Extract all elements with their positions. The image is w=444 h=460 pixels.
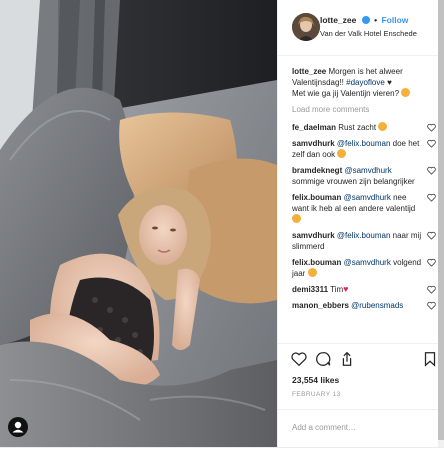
comment-username[interactable]: bramdeknegt xyxy=(292,166,342,175)
comment-item: samvdhurk @felix.bouman naar mij slimmer… xyxy=(292,230,438,252)
author-username[interactable]: lotte_zee xyxy=(320,15,356,25)
photo-illustration xyxy=(0,0,277,447)
profile-avatar[interactable] xyxy=(292,13,320,41)
follow-button[interactable]: Follow xyxy=(381,15,408,25)
comment-username[interactable]: samvdhurk xyxy=(292,231,335,240)
comment-like-heart-icon[interactable] xyxy=(427,123,436,132)
instagram-post: lotte_zee • Follow Van der Valk Hotel En… xyxy=(0,0,444,460)
likes-count[interactable]: 23,554 likes xyxy=(292,375,339,385)
bookmark-icon[interactable] xyxy=(421,350,439,368)
comment-like-heart-icon[interactable] xyxy=(427,258,436,267)
comment-item: demi3311 Tim♥ xyxy=(292,284,438,295)
caption-username[interactable]: lotte_zee xyxy=(292,67,326,76)
comment-item: felix.bouman @samvdhurk nee want ik heb … xyxy=(292,192,438,225)
laugh-icon xyxy=(378,122,388,131)
post-details-panel: lotte_zee • Follow Van der Valk Hotel En… xyxy=(277,0,444,447)
comment-username[interactable]: manon_ebbers xyxy=(292,301,349,310)
add-comment-section xyxy=(278,409,444,447)
red-heart-icon: ♥ xyxy=(343,284,349,294)
caption-heart: ♥ xyxy=(387,78,392,87)
comment-item: bramdeknegt @samvdhurk sommige vrouwen z… xyxy=(292,165,438,187)
separator-dot: • xyxy=(374,15,378,25)
laugh-icon xyxy=(337,149,347,158)
caption-text-end: Met wie ga jij Valentijn vieren? xyxy=(292,89,400,98)
post-actions-bar xyxy=(278,343,444,373)
load-more-comments-button[interactable]: Load more comments xyxy=(292,105,438,114)
comment-input[interactable] xyxy=(292,420,432,434)
comment-mention[interactable]: @samvdhurk xyxy=(344,258,391,267)
comment-username[interactable]: fe_daelman xyxy=(292,123,336,132)
post-photo[interactable] xyxy=(0,0,277,447)
comment-like-heart-icon[interactable] xyxy=(427,166,436,175)
verified-badge-icon xyxy=(361,16,370,24)
comment-like-heart-icon[interactable] xyxy=(427,301,436,310)
comment-like-heart-icon[interactable] xyxy=(427,193,436,202)
author-line: lotte_zee • Follow xyxy=(320,15,408,25)
comment-text: Tim xyxy=(330,285,344,294)
comment-item: felix.bouman @samvdhurk volgend jaar xyxy=(292,257,438,279)
comment-mention[interactable]: @felix.bouman xyxy=(337,231,390,240)
heart-outline-icon[interactable] xyxy=(290,350,308,368)
comment-item: fe_daelman Rust zacht xyxy=(292,122,438,133)
smiley-icon xyxy=(401,88,411,97)
comment-item: samvdhurk @felix.bouman doe het zelf dan… xyxy=(292,138,438,160)
comment-mention[interactable]: @samvdhurk xyxy=(344,166,391,175)
comment-text: Rust zacht xyxy=(338,123,377,132)
bottom-strip xyxy=(0,447,444,460)
speech-bubble-icon[interactable] xyxy=(314,350,332,368)
comment-username[interactable]: samvdhurk xyxy=(292,139,335,148)
comment-username[interactable]: felix.bouman xyxy=(292,258,341,267)
smiley-icon xyxy=(292,214,301,223)
comment-mention[interactable]: @rubensmads xyxy=(351,301,403,310)
post-header: lotte_zee • Follow Van der Valk Hotel En… xyxy=(278,0,444,56)
share-icon[interactable] xyxy=(338,350,356,368)
page-scrollbar[interactable] xyxy=(438,0,444,447)
comment-username[interactable]: felix.bouman xyxy=(292,193,341,202)
comment-like-heart-icon[interactable] xyxy=(427,139,436,148)
comment-mention[interactable]: @felix.bouman xyxy=(337,139,390,148)
comment-username[interactable]: demi3311 xyxy=(292,285,328,294)
comment-like-heart-icon[interactable] xyxy=(427,231,436,240)
comment-like-heart-icon[interactable] xyxy=(427,285,436,294)
comment-mention[interactable]: @samvdhurk xyxy=(344,193,391,202)
post-date[interactable]: FEBRUARY 13 xyxy=(292,391,341,398)
comments-list: lotte_zee Morgen is het alweer Valentijn… xyxy=(292,66,438,311)
comment-text: sommige vrouwen zijn belangrijker xyxy=(292,177,415,186)
post-location[interactable]: Van der Valk Hotel Enschede xyxy=(320,29,417,38)
user-tag-icon[interactable] xyxy=(8,417,28,437)
caption-hashtag[interactable]: #dayoflove xyxy=(346,78,385,87)
laugh-icon xyxy=(307,268,317,277)
comment-item: manon_ebbers @rubensmads xyxy=(292,300,438,311)
scrollbar-thumb[interactable] xyxy=(438,0,444,440)
post-caption: lotte_zee Morgen is het alweer Valentijn… xyxy=(292,66,438,99)
